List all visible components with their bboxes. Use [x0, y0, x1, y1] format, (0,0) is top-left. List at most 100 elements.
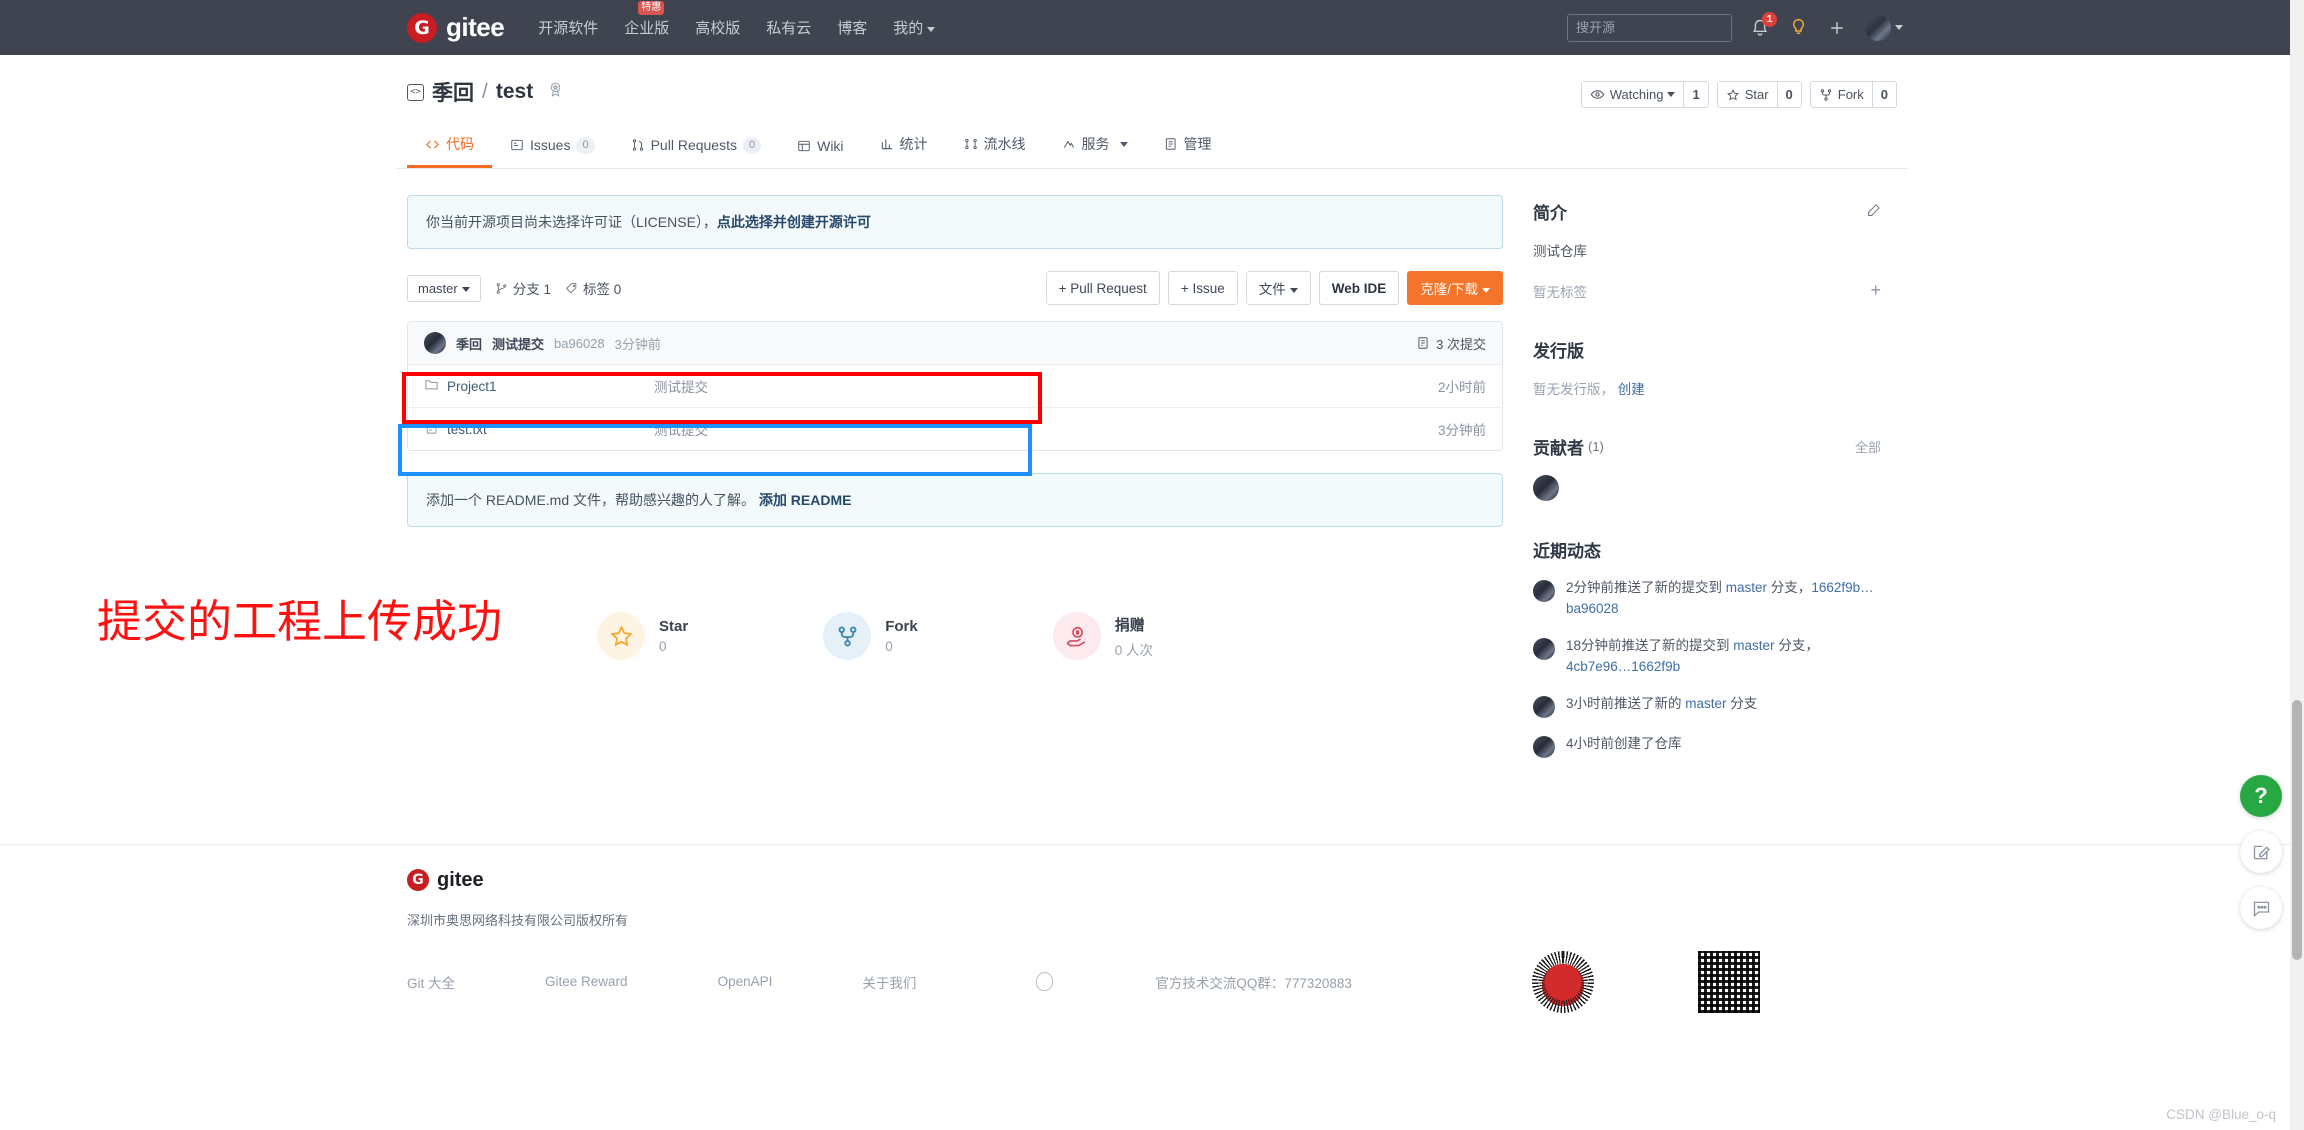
footer-link-about-us[interactable]: 关于我们 — [862, 972, 916, 992]
chevron-down-icon — [462, 287, 470, 292]
notification-count-badge: 1 — [1762, 12, 1777, 27]
repo-name-link[interactable]: test — [496, 80, 533, 104]
create-release-link[interactable]: 创建 — [1618, 378, 1645, 398]
branch-selector[interactable]: master — [407, 275, 481, 302]
activity-action: 推送了新的提交到 — [1622, 638, 1734, 653]
engagement-donate[interactable]: 捐赠 0 人次 — [1053, 612, 1153, 660]
contributors-all-link[interactable]: 全部 — [1855, 437, 1881, 456]
release-title: 发行版 — [1533, 337, 1584, 362]
intro-description: 测试仓库 — [1533, 240, 1881, 260]
help-button[interactable]: ? — [2240, 775, 2282, 817]
chat-button[interactable] — [2240, 887, 2282, 929]
activity-branch[interactable]: master — [1726, 580, 1767, 595]
commit-author[interactable]: 季回 — [456, 334, 482, 353]
footer-link-openapi[interactable]: OpenAPI — [718, 974, 773, 989]
edit-intro-button[interactable] — [1866, 203, 1881, 221]
code-icon — [425, 137, 440, 152]
watch-label: Watching — [1610, 87, 1664, 102]
search-input[interactable] — [1567, 14, 1732, 42]
clone-download-button[interactable]: 克隆/下载 — [1407, 271, 1503, 305]
tab-issues[interactable]: Issues 0 — [492, 128, 613, 168]
readme-prompt-text: 添加一个 README.md 文件，帮助感兴趣的人了解。 — [426, 492, 755, 508]
commit-message[interactable]: 测试提交 — [492, 334, 544, 353]
tab-manage[interactable]: 管理 — [1146, 125, 1230, 168]
add-tag-button[interactable]: + — [1870, 280, 1881, 301]
watch-button-group[interactable]: Watching 1 — [1581, 81, 1709, 108]
activity-time: 4小时前 — [1566, 736, 1614, 751]
fork-label: Fork — [1838, 87, 1864, 102]
avatar — [1865, 15, 1891, 41]
file-list: 季回 测试提交 ba96028 3分钟前 3 次提交 Project1 — [407, 321, 1503, 451]
floating-action-buttons: ? — [2240, 775, 2282, 929]
scrollbar-thumb[interactable] — [2292, 700, 2302, 960]
watch-button[interactable]: Watching — [1582, 82, 1684, 107]
activity-branch[interactable]: master — [1733, 638, 1774, 653]
files-label: 文件 — [1259, 282, 1286, 297]
qq-icon — [1036, 972, 1053, 991]
repo-owner-link[interactable]: 季回 — [432, 77, 474, 107]
branches-link[interactable]: 分支 1 — [495, 278, 551, 298]
nav-link-opensource[interactable]: 开源软件 — [538, 17, 598, 38]
files-menu-button[interactable]: 文件 — [1246, 271, 1311, 305]
tags-link[interactable]: 标签 0 — [565, 278, 621, 298]
star-button[interactable]: Star — [1718, 82, 1777, 107]
tab-label: 代码 — [446, 134, 474, 154]
engagement-star[interactable]: Star 0 — [597, 612, 688, 660]
feedback-button[interactable] — [2240, 831, 2282, 873]
tab-wiki[interactable]: Wiki — [779, 129, 861, 168]
page-scrollbar[interactable] — [2290, 0, 2304, 1130]
user-menu-button[interactable] — [1865, 15, 1903, 41]
activity-action: 推送了新的 — [1614, 696, 1685, 711]
nav-link-private-cloud[interactable]: 私有云 — [766, 17, 811, 38]
tab-pull-requests[interactable]: Pull Requests 0 — [613, 128, 780, 168]
file-name-cell[interactable]: test.txt — [424, 420, 654, 438]
fork-button[interactable]: Fork — [1811, 82, 1872, 107]
ideas-button[interactable] — [1788, 17, 1809, 38]
file-name-cell[interactable]: Project1 — [424, 377, 654, 395]
gitee-logo[interactable]: G gitee — [407, 12, 504, 43]
notifications-button[interactable]: 1 — [1750, 18, 1770, 38]
pull-request-icon — [631, 138, 645, 152]
fork-icon — [823, 612, 871, 660]
nav-link-education[interactable]: 高校版 — [695, 17, 740, 38]
commit-hash[interactable]: ba96028 — [554, 336, 605, 351]
fork-count: 0 — [1872, 82, 1896, 107]
footer-link-git-guide[interactable]: Git 大全 — [407, 972, 455, 992]
branches-label: 分支 1 — [513, 278, 551, 298]
feedback-icon — [2251, 842, 2272, 863]
table-row[interactable]: test.txt 测试提交 3分钟前 — [408, 408, 1502, 450]
file-commit-message[interactable]: 测试提交 — [654, 419, 1438, 439]
add-readme-link[interactable]: 添加 README — [759, 492, 852, 508]
avatar[interactable] — [1533, 475, 1559, 501]
new-pull-request-button[interactable]: + Pull Request — [1046, 271, 1160, 305]
activity-branch[interactable]: master — [1685, 696, 1726, 711]
tab-services[interactable]: 服务 — [1044, 125, 1146, 168]
footer-link-gitee-reward[interactable]: Gitee Reward — [545, 974, 628, 989]
activity-hash[interactable]: 4cb7e96…1662f9b — [1566, 659, 1680, 674]
tab-code[interactable]: 代码 — [407, 125, 492, 168]
footer-logo[interactable]: G gitee — [407, 869, 1897, 892]
create-new-button[interactable] — [1827, 18, 1847, 38]
engagement-label: Star — [659, 618, 688, 635]
license-create-link[interactable]: 点此选择并创建开源许可 — [717, 214, 871, 230]
activity-time: 3小时前 — [1566, 696, 1614, 711]
intro-block: 简介 测试仓库 暂无标签 + — [1533, 199, 1881, 301]
footer-qr-codes — [1532, 951, 1850, 1013]
chevron-down-icon — [1667, 92, 1675, 97]
folder-icon — [424, 377, 439, 395]
star-button-group[interactable]: Star 0 — [1717, 81, 1802, 108]
new-issue-button[interactable]: + Issue — [1168, 271, 1238, 305]
tab-pipeline[interactable]: 流水线 — [946, 125, 1044, 168]
web-ide-button[interactable]: Web IDE — [1319, 271, 1400, 305]
top-nav-links: 开源软件 特惠 企业版 高校版 私有云 博客 我的 — [538, 17, 935, 38]
engagement-fork[interactable]: Fork 0 — [823, 612, 918, 660]
nav-link-enterprise[interactable]: 特惠 企业版 — [624, 17, 669, 38]
commits-count-link[interactable]: 3 次提交 — [1416, 334, 1486, 353]
nav-link-mine[interactable]: 我的 — [893, 17, 935, 38]
footer-copyright: 深圳市奥思网络科技有限公司版权所有 — [407, 910, 1897, 929]
file-commit-message[interactable]: 测试提交 — [654, 376, 1438, 396]
fork-button-group[interactable]: Fork 0 — [1810, 81, 1897, 108]
table-row[interactable]: Project1 测试提交 2小时前 — [408, 365, 1502, 408]
tab-statistics[interactable]: 统计 — [862, 125, 946, 168]
nav-link-blog[interactable]: 博客 — [837, 17, 867, 38]
